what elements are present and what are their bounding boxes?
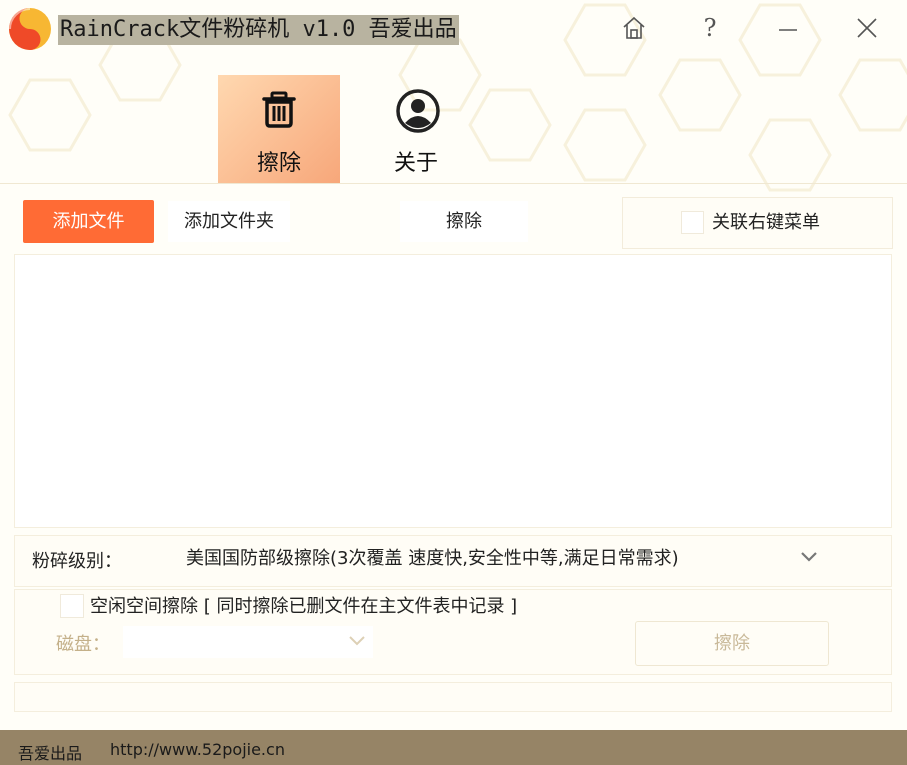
status-strip xyxy=(14,682,892,712)
free-space-checkbox[interactable] xyxy=(60,594,84,618)
title-bar: RainCrack文件粉碎机 v1.0 吾爱出品 ? xyxy=(0,0,907,60)
add-file-button[interactable]: 添加文件 xyxy=(23,200,154,243)
tab-erase-label: 擦除 xyxy=(256,151,301,176)
home-icon xyxy=(623,16,645,39)
disk-label: 磁盘： xyxy=(56,634,110,655)
footer-brand: 吾爱出品 xyxy=(18,744,83,763)
context-menu-label: 关联右键菜单 xyxy=(712,212,820,233)
context-menu-checkbox[interactable] xyxy=(681,211,704,234)
erase-button[interactable]: 擦除 xyxy=(400,201,528,242)
close-icon xyxy=(857,18,877,38)
minimize-icon xyxy=(779,29,797,31)
free-space-label: 空闲空间擦除 [ 同时擦除已删文件在主文件表中记录 ] xyxy=(90,596,518,617)
home-button[interactable] xyxy=(616,10,652,46)
user-icon xyxy=(396,89,440,133)
close-button[interactable] xyxy=(849,10,885,46)
window-title: RainCrack文件粉碎机 v1.0 吾爱出品 xyxy=(58,15,459,45)
erase-free-space-button[interactable]: 擦除 xyxy=(635,621,829,666)
file-list[interactable] xyxy=(14,254,892,528)
shred-level-label: 粉碎级别： xyxy=(32,551,122,572)
minimize-button[interactable] xyxy=(770,10,806,46)
disk-select[interactable] xyxy=(123,626,373,658)
help-button[interactable]: ? xyxy=(692,10,728,46)
shred-level-select[interactable]: 美国国防部级擦除(3次覆盖 速度快,安全性中等,满足日常需求) xyxy=(186,544,679,570)
chevron-down-icon[interactable] xyxy=(800,550,818,564)
chevron-down-icon[interactable] xyxy=(348,634,366,648)
help-icon: ? xyxy=(703,14,717,42)
tab-erase[interactable]: 擦除 xyxy=(218,75,340,183)
tab-about[interactable]: 关于 xyxy=(358,75,480,183)
tab-divider xyxy=(0,183,907,184)
tab-about-label: 关于 xyxy=(394,151,439,176)
footer-link[interactable]: http://www.52pojie.cn xyxy=(110,740,285,759)
trash-icon xyxy=(262,91,296,128)
yin-yang-logo-icon xyxy=(9,8,51,50)
add-folder-button[interactable]: 添加文件夹 xyxy=(168,201,290,242)
